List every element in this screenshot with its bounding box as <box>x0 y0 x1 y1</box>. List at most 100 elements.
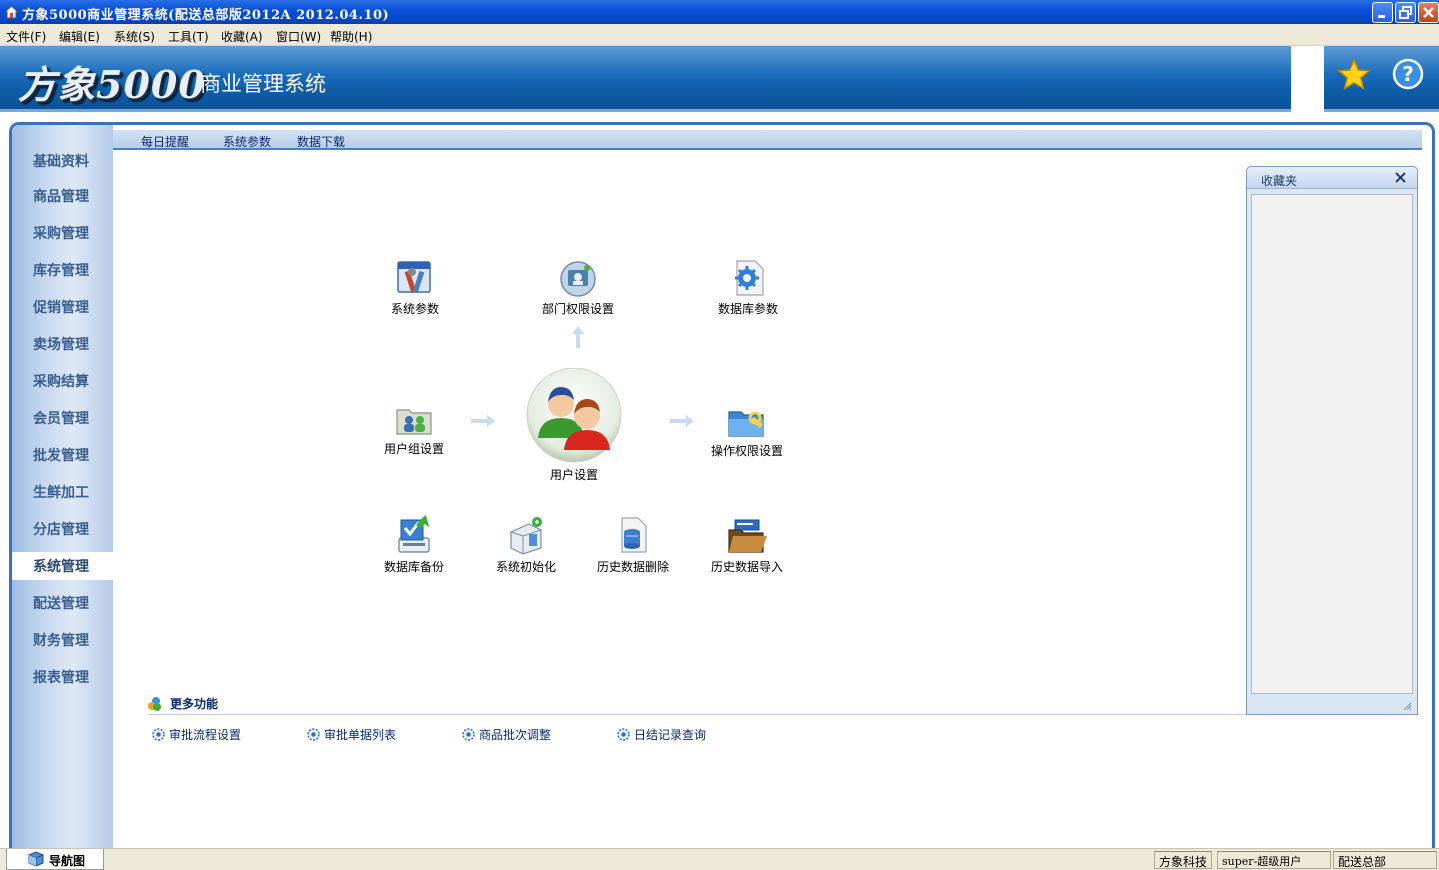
gear-icon <box>617 728 630 741</box>
favorites-list[interactable] <box>1251 194 1413 694</box>
nav-map-tab[interactable]: 导航图 <box>6 849 104 870</box>
system-init-button[interactable]: 系统初始化 <box>493 514 559 575</box>
sidebar-item-purchase-settlement[interactable]: 采购结算 <box>33 371 89 391</box>
sidebar-item-promotion[interactable]: 促销管理 <box>33 297 89 317</box>
daily-close-query-link[interactable]: 日结记录查询 <box>616 726 706 743</box>
close-icon[interactable] <box>1394 171 1407 184</box>
batch-adjust-label: 商品批次调整 <box>479 728 552 742</box>
menu-window[interactable]: 窗口(W) <box>276 28 321 45</box>
approval-list-link[interactable]: 审批单据列表 <box>306 726 396 743</box>
user-group-folder-icon <box>396 409 432 435</box>
menu-tools[interactable]: 工具(T) <box>168 28 209 45</box>
resize-grip-icon[interactable] <box>1402 701 1412 711</box>
sidebar-item-member[interactable]: 会员管理 <box>33 408 89 428</box>
arrow-up-icon <box>572 326 584 348</box>
history-delete-icon <box>621 517 647 553</box>
header-banner: 方象5000 商业管理系统 ? <box>0 46 1439 112</box>
favorites-header: 收藏夹 <box>1247 167 1417 189</box>
minimize-button[interactable] <box>1372 2 1393 23</box>
main-frame: 基础资料 商品管理 采购管理 库存管理 促销管理 卖场管理 采购结算 会员管理 … <box>0 112 1439 850</box>
tab-strip: 每日提醒 系统参数 数据下载 <box>113 130 1422 150</box>
sidebar-item-goods[interactable]: 商品管理 <box>33 186 89 206</box>
users-icon <box>526 368 622 463</box>
logo-subtitle: 商业管理系统 <box>200 72 326 96</box>
sidebar-item-reports[interactable]: 报表管理 <box>33 667 89 687</box>
system-init-icon <box>510 517 542 555</box>
app-home-icon <box>4 5 19 19</box>
tab-data-download[interactable]: 数据下载 <box>297 133 345 150</box>
arrow-right-icon <box>471 415 495 427</box>
history-import-button[interactable]: 历史数据导入 <box>709 514 785 575</box>
user-settings-label: 用户设置 <box>549 468 598 482</box>
department-icon <box>560 261 596 297</box>
sidebar-item-inventory[interactable]: 库存管理 <box>33 260 89 280</box>
menu-system[interactable]: 系统(S) <box>114 28 155 45</box>
history-import-icon <box>728 519 767 553</box>
arrow-right-icon <box>670 415 694 427</box>
status-user: super-超级用户 <box>1217 851 1331 869</box>
operation-permission-button[interactable]: 操作权限设置 <box>709 402 785 459</box>
menu-file[interactable]: 文件(F) <box>6 28 46 45</box>
usergroup-settings-button[interactable]: 用户组设置 <box>380 402 448 457</box>
title-bar[interactable]: 方象5000商业管理系统(配送总部版2012A 2012.04.10) <box>0 0 1439 24</box>
sidebar-item-finance[interactable]: 财务管理 <box>33 630 89 650</box>
approval-list-label: 审批单据列表 <box>324 728 397 742</box>
sidebar-item-purchase[interactable]: 采购管理 <box>33 223 89 243</box>
sidebar-item-system[interactable]: 系统管理 <box>12 552 113 580</box>
svg-text:?: ? <box>1402 62 1414 86</box>
sidebar-item-branch[interactable]: 分店管理 <box>33 519 89 539</box>
permission-folder-icon <box>728 411 764 437</box>
system-init-label: 系统初始化 <box>495 560 556 574</box>
system-params-label: 系统参数 <box>390 302 439 316</box>
tools-window-icon <box>397 261 431 294</box>
more-functions-title: 更多功能 <box>170 697 219 711</box>
sidebar-item-wholesale[interactable]: 批发管理 <box>33 445 89 465</box>
history-delete-button[interactable]: 历史数据删除 <box>595 514 671 575</box>
sidebar: 基础资料 商品管理 采购管理 库存管理 促销管理 卖场管理 采购结算 会员管理 … <box>12 125 113 848</box>
sidebar-item-basic-data[interactable]: 基础资料 <box>33 151 89 171</box>
usergroup-settings-label: 用户组设置 <box>383 442 444 456</box>
gear-icon <box>307 728 320 741</box>
menu-help[interactable]: 帮助(H) <box>330 28 372 45</box>
backup-icon <box>398 514 430 553</box>
sidebar-item-fresh[interactable]: 生鲜加工 <box>33 482 89 502</box>
tab-daily-reminder[interactable]: 每日提醒 <box>141 133 189 150</box>
dept-permission-button[interactable]: 部门权限设置 <box>538 258 618 317</box>
banner-gap <box>1291 46 1324 112</box>
sidebar-item-distribution[interactable]: 配送管理 <box>33 593 89 613</box>
database-params-button[interactable]: 数据库参数 <box>713 258 783 317</box>
approval-flow-link[interactable]: 审批流程设置 <box>151 726 241 743</box>
tab-system-params[interactable]: 系统参数 <box>223 133 271 150</box>
database-params-label: 数据库参数 <box>717 302 778 316</box>
sidebar-item-store[interactable]: 卖场管理 <box>33 334 89 354</box>
close-button[interactable] <box>1418 2 1439 23</box>
favorites-title: 收藏夹 <box>1261 174 1298 188</box>
nav-map-label: 导航图 <box>49 854 86 868</box>
help-icon[interactable]: ? <box>1392 58 1424 90</box>
status-bar: 导航图 方象科技 super-超级用户 配送总部 <box>0 848 1439 870</box>
logo-brand: 方象5000 <box>18 62 206 107</box>
gear-icon <box>152 728 165 741</box>
cube-icon <box>28 851 44 867</box>
database-backup-button[interactable]: 数据库备份 <box>381 514 447 575</box>
approval-flow-label: 审批流程设置 <box>169 728 242 742</box>
operation-permission-label: 操作权限设置 <box>710 444 783 458</box>
content-area: 系统参数 部门权限设置 数据库参数 用户组设置 用户设置 操作权限设置 数据库备… <box>113 152 1422 846</box>
gear-icon <box>462 728 475 741</box>
system-params-button[interactable]: 系统参数 <box>386 258 444 317</box>
daily-close-query-label: 日结记录查询 <box>634 728 707 742</box>
batch-adjust-link[interactable]: 商品批次调整 <box>461 726 551 743</box>
user-settings-button[interactable]: 用户设置 <box>523 368 625 483</box>
menu-edit[interactable]: 编辑(E) <box>59 28 100 45</box>
menu-bar: 文件(F) 编辑(E) 系统(S) 工具(T) 收藏(A) 窗口(W) 帮助(H… <box>0 24 1439 46</box>
history-delete-label: 历史数据删除 <box>596 560 669 574</box>
status-company: 方象科技 <box>1154 851 1212 869</box>
restore-button[interactable] <box>1395 2 1416 23</box>
star-icon[interactable] <box>1337 58 1371 92</box>
database-backup-label: 数据库备份 <box>383 560 444 574</box>
window-title: 方象5000商业管理系统(配送总部版2012A 2012.04.10) <box>22 8 390 23</box>
database-gear-icon <box>735 260 764 296</box>
more-functions-divider <box>148 714 1248 715</box>
history-import-label: 历史数据导入 <box>710 560 783 574</box>
menu-favorites[interactable]: 收藏(A) <box>221 28 263 45</box>
